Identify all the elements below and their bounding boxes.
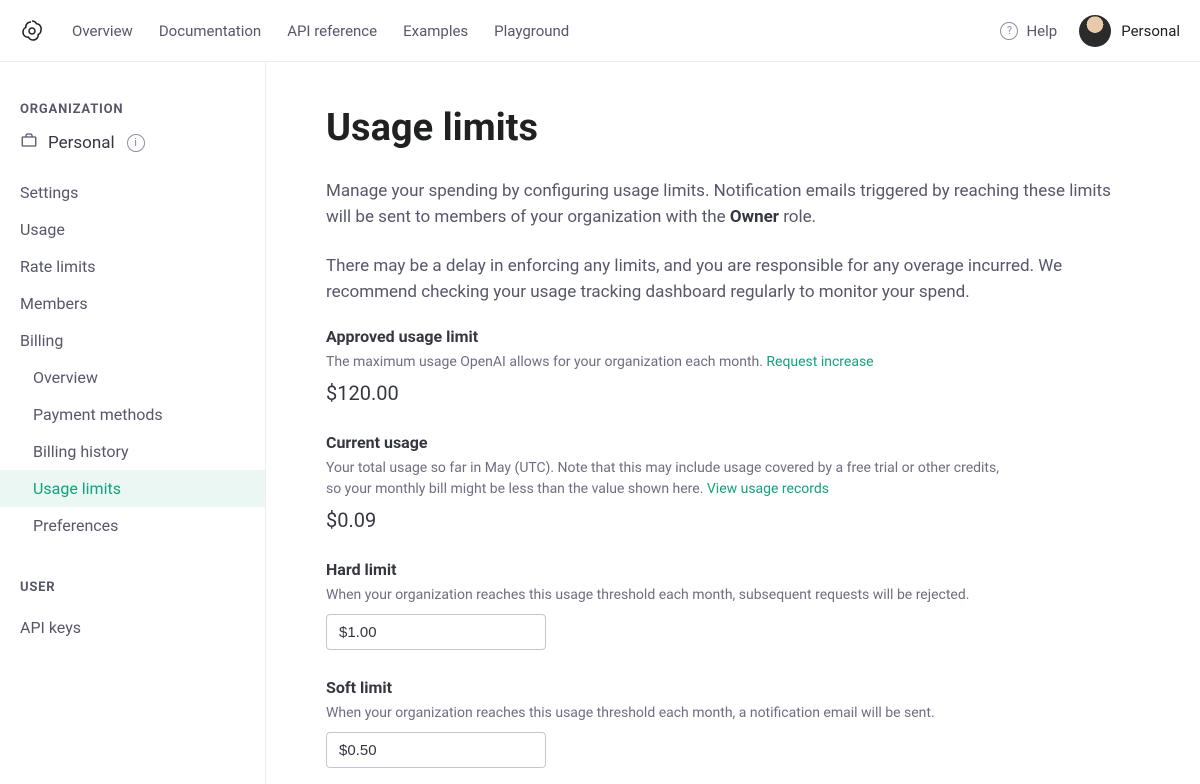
nav-documentation[interactable]: Documentation — [159, 22, 261, 40]
current-usage-value: $0.09 — [326, 508, 1006, 532]
briefcase-icon — [20, 131, 38, 154]
sidebar-item-members[interactable]: Members — [20, 285, 265, 322]
sidebar-item-billing-overview[interactable]: Overview — [20, 359, 265, 396]
org-switcher[interactable]: Personal i — [20, 131, 265, 154]
account-menu[interactable]: Personal — [1079, 15, 1180, 47]
lead-paragraph-1: Manage your spending by configuring usag… — [326, 178, 1126, 231]
hard-limit-block: Hard limit When your organization reache… — [326, 560, 1006, 650]
nav-api-reference[interactable]: API reference — [287, 22, 377, 40]
approved-usage-desc: The maximum usage OpenAI allows for your… — [326, 352, 1006, 373]
sidebar-org-label: ORGANIZATION — [20, 102, 265, 117]
soft-limit-input[interactable] — [326, 732, 546, 768]
topbar: Overview Documentation API reference Exa… — [0, 0, 1200, 62]
soft-limit-title: Soft limit — [326, 678, 1006, 697]
sidebar-item-rate-limits[interactable]: Rate limits — [20, 248, 265, 285]
info-icon[interactable]: i — [127, 134, 145, 152]
current-usage-desc: Your total usage so far in May (UTC). No… — [326, 458, 1006, 500]
sidebar-item-payment-methods[interactable]: Payment methods — [20, 396, 265, 433]
help-label: Help — [1026, 22, 1057, 40]
sidebar-item-usage-limits[interactable]: Usage limits — [0, 470, 265, 507]
soft-limit-block: Soft limit When your organization reache… — [326, 678, 1006, 768]
current-usage-title: Current usage — [326, 433, 1006, 452]
topbar-right: ? Help Personal — [1000, 15, 1180, 47]
view-usage-records-link[interactable]: View usage records — [707, 481, 829, 497]
approved-usage-title: Approved usage limit — [326, 327, 1006, 346]
approved-usage-value: $120.00 — [326, 381, 1006, 405]
help-link[interactable]: ? Help — [1000, 22, 1057, 40]
account-label: Personal — [1121, 22, 1180, 40]
nav-overview[interactable]: Overview — [72, 22, 133, 40]
hard-limit-desc: When your organization reaches this usag… — [326, 585, 1006, 606]
sidebar-item-billing-history[interactable]: Billing history — [20, 433, 265, 470]
avatar — [1079, 15, 1111, 47]
main-content: Usage limits Manage your spending by con… — [266, 62, 1200, 784]
org-name-label: Personal — [48, 133, 115, 153]
sidebar-item-usage[interactable]: Usage — [20, 211, 265, 248]
help-icon: ? — [1000, 22, 1018, 40]
openai-logo-icon[interactable] — [20, 19, 44, 43]
current-usage-block: Current usage Your total usage so far in… — [326, 433, 1006, 532]
sidebar-item-api-keys[interactable]: API keys — [20, 609, 265, 646]
sidebar-item-preferences[interactable]: Preferences — [20, 507, 265, 544]
sidebar: ORGANIZATION Personal i Settings Usage R… — [0, 62, 266, 784]
soft-limit-desc: When your organization reaches this usag… — [326, 703, 1006, 724]
nav-examples[interactable]: Examples — [403, 22, 468, 40]
approved-usage-block: Approved usage limit The maximum usage O… — [326, 327, 1006, 405]
hard-limit-input[interactable] — [326, 614, 546, 650]
sidebar-item-billing[interactable]: Billing — [20, 322, 265, 359]
top-nav: Overview Documentation API reference Exa… — [72, 22, 1000, 40]
sidebar-user-label: USER — [20, 580, 265, 595]
sidebar-item-settings[interactable]: Settings — [20, 174, 265, 211]
page-title: Usage limits — [326, 106, 1140, 150]
nav-playground[interactable]: Playground — [494, 22, 569, 40]
hard-limit-title: Hard limit — [326, 560, 1006, 579]
request-increase-link[interactable]: Request increase — [766, 354, 873, 370]
lead-paragraph-2: There may be a delay in enforcing any li… — [326, 253, 1126, 306]
